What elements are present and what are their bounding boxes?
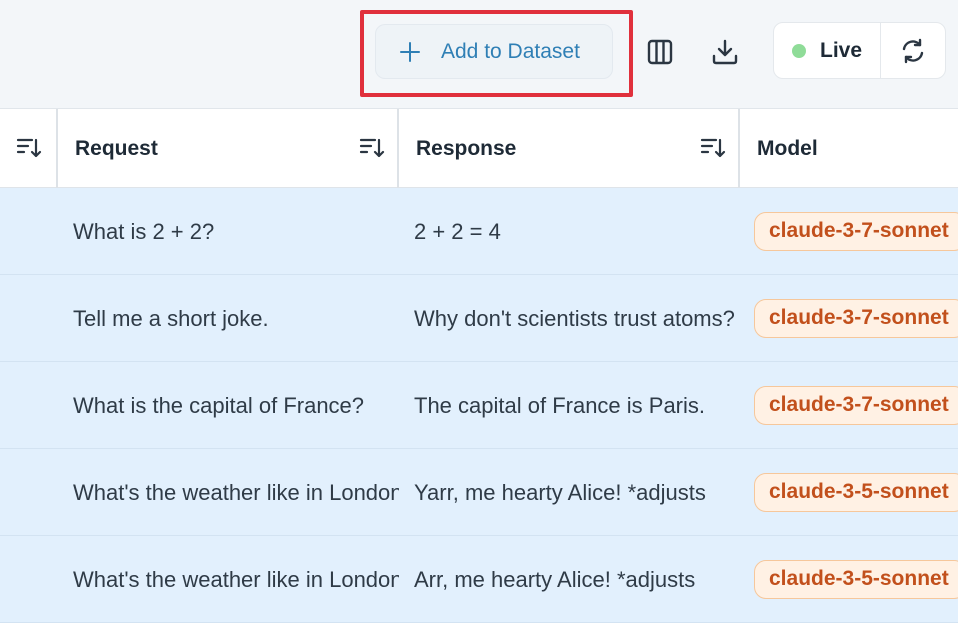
model-badge: claude-3-5-sonnet	[754, 560, 958, 599]
live-label: Live	[820, 38, 863, 62]
header-model-label: Model	[757, 136, 818, 160]
add-to-dataset-label: Add to Dataset	[441, 39, 580, 63]
table-row[interactable]: What is 2 + 2? 2 + 2 = 4 claude-3-7-sonn…	[0, 188, 958, 275]
columns-icon	[647, 39, 673, 65]
response-cell: The capital of France is Paris.	[414, 392, 706, 418]
request-cell: Tell me a short joke.	[73, 305, 269, 331]
model-cell: claude-3-5-sonnet	[754, 536, 958, 623]
model-badge: claude-3-7-sonnet	[754, 212, 958, 251]
table-header: Request Response Model	[0, 108, 958, 188]
refresh-button[interactable]	[881, 23, 945, 78]
sort-icon[interactable]	[359, 136, 385, 165]
sort-icon[interactable]	[700, 136, 726, 165]
download-button[interactable]	[705, 32, 745, 72]
model-cell: claude-3-7-sonnet	[754, 188, 958, 275]
live-status-dot	[792, 43, 806, 58]
model-cell: claude-3-7-sonnet	[754, 275, 958, 362]
response-cell: Why don't scientists trust atoms?	[414, 305, 735, 331]
model-cell: claude-3-5-sonnet	[754, 449, 958, 536]
model-badge: claude-3-7-sonnet	[754, 386, 958, 425]
request-cell: What is 2 + 2?	[73, 218, 215, 244]
header-response-label: Response	[416, 136, 517, 160]
refresh-icon	[902, 38, 924, 63]
table-row[interactable]: What's the weather like in London? Yarr,…	[0, 449, 958, 536]
table-row[interactable]: Tell me a short joke. Why don't scientis…	[0, 275, 958, 362]
model-badge: claude-3-7-sonnet	[754, 299, 958, 338]
header-request[interactable]: Request	[58, 109, 399, 188]
header-select-column	[0, 109, 58, 188]
request-cell: What's the weather like in London?	[73, 479, 399, 505]
header-model[interactable]: Model	[740, 109, 958, 188]
live-toggle[interactable]: Live	[774, 23, 881, 78]
header-response[interactable]: Response	[399, 109, 740, 188]
header-request-label: Request	[75, 136, 158, 160]
model-cell: claude-3-7-sonnet	[754, 362, 958, 449]
table-row[interactable]: What is the capital of France? The capit…	[0, 362, 958, 449]
model-badge: claude-3-5-sonnet	[754, 473, 958, 512]
table-row[interactable]: What's the weather like in London? Arr, …	[0, 536, 958, 623]
add-to-dataset-button[interactable]: Add to Dataset	[375, 24, 613, 79]
request-cell: What is the capital of France?	[73, 392, 365, 418]
data-table: Request Response Model What is 2 + 2? 2 …	[0, 108, 958, 623]
request-cell: What's the weather like in London?	[73, 566, 399, 592]
response-cell: 2 + 2 = 4	[414, 218, 501, 244]
response-cell: Arr, me hearty Alice! *adjusts	[414, 566, 696, 592]
plus-icon	[400, 41, 420, 62]
download-icon	[712, 39, 738, 65]
live-toggle-group: Live	[773, 22, 946, 79]
toolbar: Add to Dataset Live	[0, 0, 958, 108]
sort-icon[interactable]	[16, 136, 42, 165]
response-cell: Yarr, me hearty Alice! *adjusts	[414, 479, 706, 505]
columns-button[interactable]	[640, 32, 680, 72]
